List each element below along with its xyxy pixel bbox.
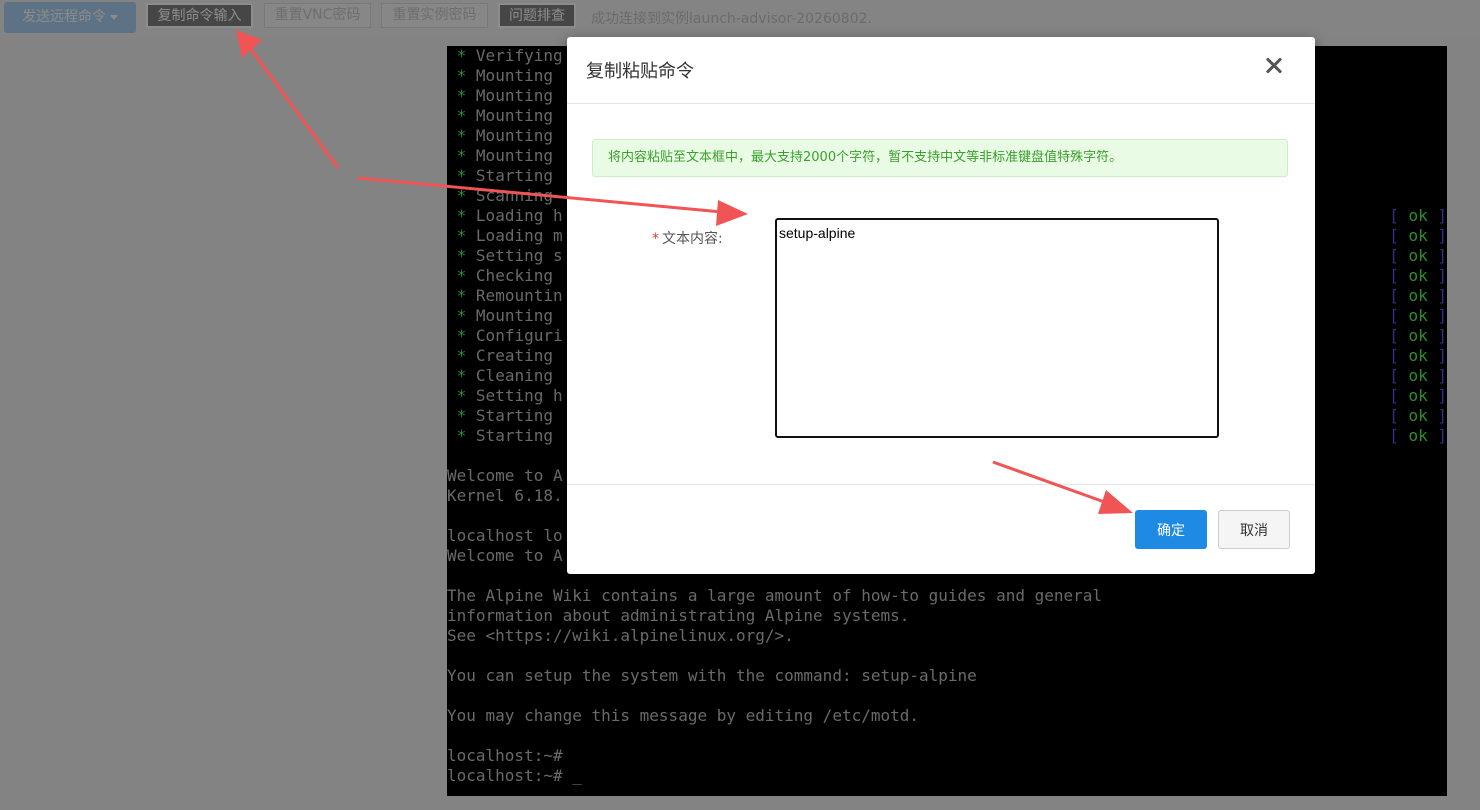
text-content-label: * 文本内容: xyxy=(652,228,723,248)
dialog-title: 复制粘贴命令 xyxy=(586,61,694,82)
dialog-header: 复制粘贴命令 xyxy=(567,37,1315,104)
cancel-button[interactable]: 取消 xyxy=(1218,510,1290,549)
text-content-label-text: 文本内容: xyxy=(662,231,723,247)
confirm-button[interactable]: 确定 xyxy=(1135,510,1207,549)
info-alert: 将内容粘贴至文本框中，最大支持2000个字符，暂不支持中文等非标准键盘值特殊字符… xyxy=(592,139,1288,177)
close-icon[interactable] xyxy=(1259,51,1289,81)
dialog-footer: 确定 取消 xyxy=(567,484,1315,575)
text-content-input[interactable] xyxy=(775,218,1219,438)
copy-paste-command-dialog: 复制粘贴命令 将内容粘贴至文本框中，最大支持2000个字符，暂不支持中文等非标准… xyxy=(567,37,1315,574)
required-mark: * xyxy=(652,231,659,247)
